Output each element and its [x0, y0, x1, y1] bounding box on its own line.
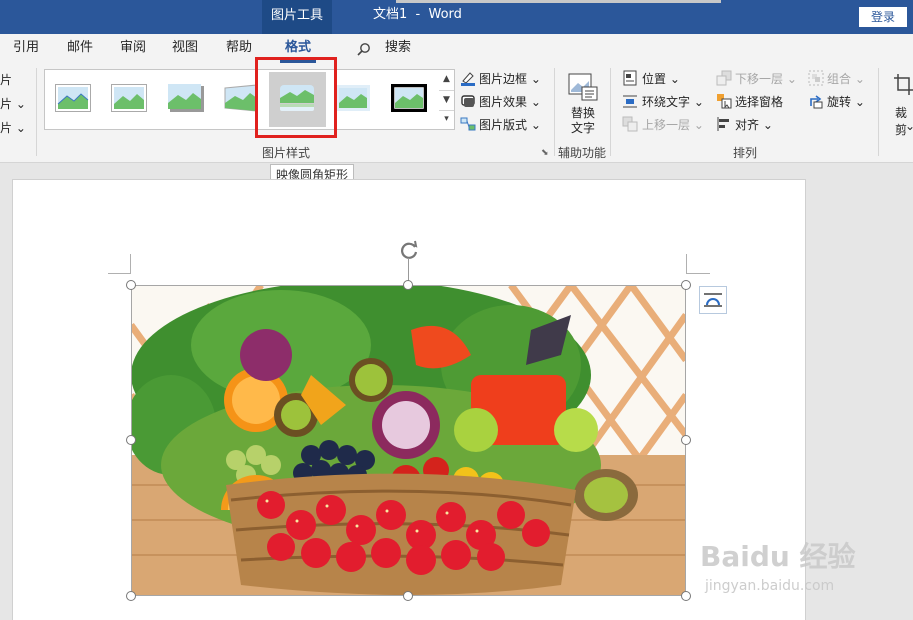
- position-button[interactable]: 位置 ⌄: [642, 70, 680, 87]
- gallery-more-icon[interactable]: ▾: [439, 110, 454, 129]
- tab-references[interactable]: 引用: [13, 34, 39, 62]
- rotate-button[interactable]: 旋转 ⌄: [827, 93, 865, 110]
- resize-handle-bottom-left[interactable]: [126, 591, 136, 601]
- style-soft-edge-thumb[interactable]: [111, 84, 147, 116]
- search-icon[interactable]: [357, 41, 371, 60]
- gallery-scroll-down-icon[interactable]: ▼: [439, 90, 454, 111]
- picture-tools-context-tab: 图片工具: [262, 0, 332, 34]
- rotate-icon: [808, 93, 824, 113]
- resize-handle-bottom-right[interactable]: [681, 591, 691, 601]
- ribbon-left-partial-3[interactable]: 片 ⌄: [0, 119, 26, 136]
- align-button[interactable]: 对齐 ⌄: [735, 116, 773, 133]
- arrange-group-label: 排列: [733, 146, 758, 160]
- picture-effects-icon: [460, 93, 476, 113]
- baidu-watermark: Baidu 经验: [700, 540, 856, 573]
- layout-options-icon: [704, 293, 722, 307]
- crop-dropdown-icon[interactable]: ⌄: [905, 119, 913, 133]
- group-separator: [554, 68, 555, 156]
- accessibility-group-label: 辅助功能: [558, 146, 607, 160]
- send-backward-button[interactable]: 下移一层 ⌄: [735, 70, 797, 87]
- group-separator: [610, 68, 611, 156]
- crop-icon: [893, 73, 913, 101]
- style-perspective-thumb[interactable]: [223, 84, 259, 116]
- search-label[interactable]: 搜索: [385, 34, 411, 62]
- resize-handle-left[interactable]: [126, 435, 136, 445]
- group-separator: [878, 68, 879, 156]
- margin-mark: [686, 273, 710, 274]
- margin-mark: [108, 273, 131, 274]
- picture-layout-icon: [460, 116, 476, 136]
- style-shadow-thumb[interactable]: [168, 84, 204, 116]
- margin-mark: [130, 254, 131, 274]
- resize-handle-bottom[interactable]: [403, 591, 413, 601]
- baidu-watermark-url: jingyan.baidu.com: [705, 578, 835, 594]
- ribbon-left-partial-1[interactable]: 片: [0, 71, 12, 88]
- style-thick-black-frame-thumb[interactable]: [391, 84, 427, 116]
- gallery-scroll-up-icon[interactable]: ▲: [439, 70, 454, 89]
- resize-handle-top[interactable]: [403, 280, 413, 290]
- alt-text-button-line2[interactable]: 文字: [571, 119, 595, 136]
- dialog-launcher-icon[interactable]: ⬊: [541, 148, 549, 158]
- group-icon: [808, 70, 824, 90]
- tab-help[interactable]: 帮助: [226, 34, 252, 62]
- style-soft-edge-rectangle-thumb[interactable]: [335, 84, 371, 116]
- wrap-text-icon: [622, 93, 638, 113]
- selection-pane-icon: [716, 93, 732, 113]
- resize-handle-top-right[interactable]: [681, 280, 691, 290]
- rotate-handle-icon[interactable]: [397, 238, 421, 266]
- send-backward-icon: [716, 70, 732, 90]
- document-title: 文档1 - Word: [373, 7, 462, 22]
- picture-styles-group-label: 图片样式: [262, 146, 311, 160]
- margin-mark: [686, 254, 687, 274]
- align-icon: [716, 116, 732, 136]
- picture-layout-button[interactable]: 图片版式 ⌄: [479, 116, 541, 133]
- layout-options-button[interactable]: [699, 286, 727, 314]
- resize-handle-top-left[interactable]: [126, 280, 136, 290]
- ribbon-left-partial-2[interactable]: 片 ⌄: [0, 95, 26, 112]
- wrap-text-button[interactable]: 环绕文字 ⌄: [642, 93, 704, 110]
- login-button[interactable]: 登录: [859, 7, 907, 27]
- picture-border-button[interactable]: 图片边框 ⌄: [479, 70, 541, 87]
- highlight-box: [255, 57, 337, 138]
- bring-forward-button[interactable]: 上移一层 ⌄: [642, 116, 704, 133]
- picture-border-icon: [460, 70, 476, 90]
- tab-mailings[interactable]: 邮件: [67, 34, 93, 62]
- group-separator: [36, 68, 37, 156]
- group-button[interactable]: 组合 ⌄: [827, 70, 865, 87]
- picture-effects-button[interactable]: 图片效果 ⌄: [479, 93, 541, 110]
- resize-handle-right[interactable]: [681, 435, 691, 445]
- tab-review[interactable]: 审阅: [120, 34, 146, 62]
- style-simple-frame-thumb[interactable]: [55, 84, 91, 116]
- tab-view[interactable]: 视图: [172, 34, 198, 62]
- selection-pane-button[interactable]: 选择窗格: [735, 93, 783, 110]
- position-icon: [622, 70, 638, 90]
- selection-outline: [131, 285, 686, 596]
- alt-text-icon: [568, 73, 598, 105]
- bring-forward-icon: [622, 116, 638, 136]
- gallery-scrollbar: ▲ ▼ ▾: [439, 69, 455, 130]
